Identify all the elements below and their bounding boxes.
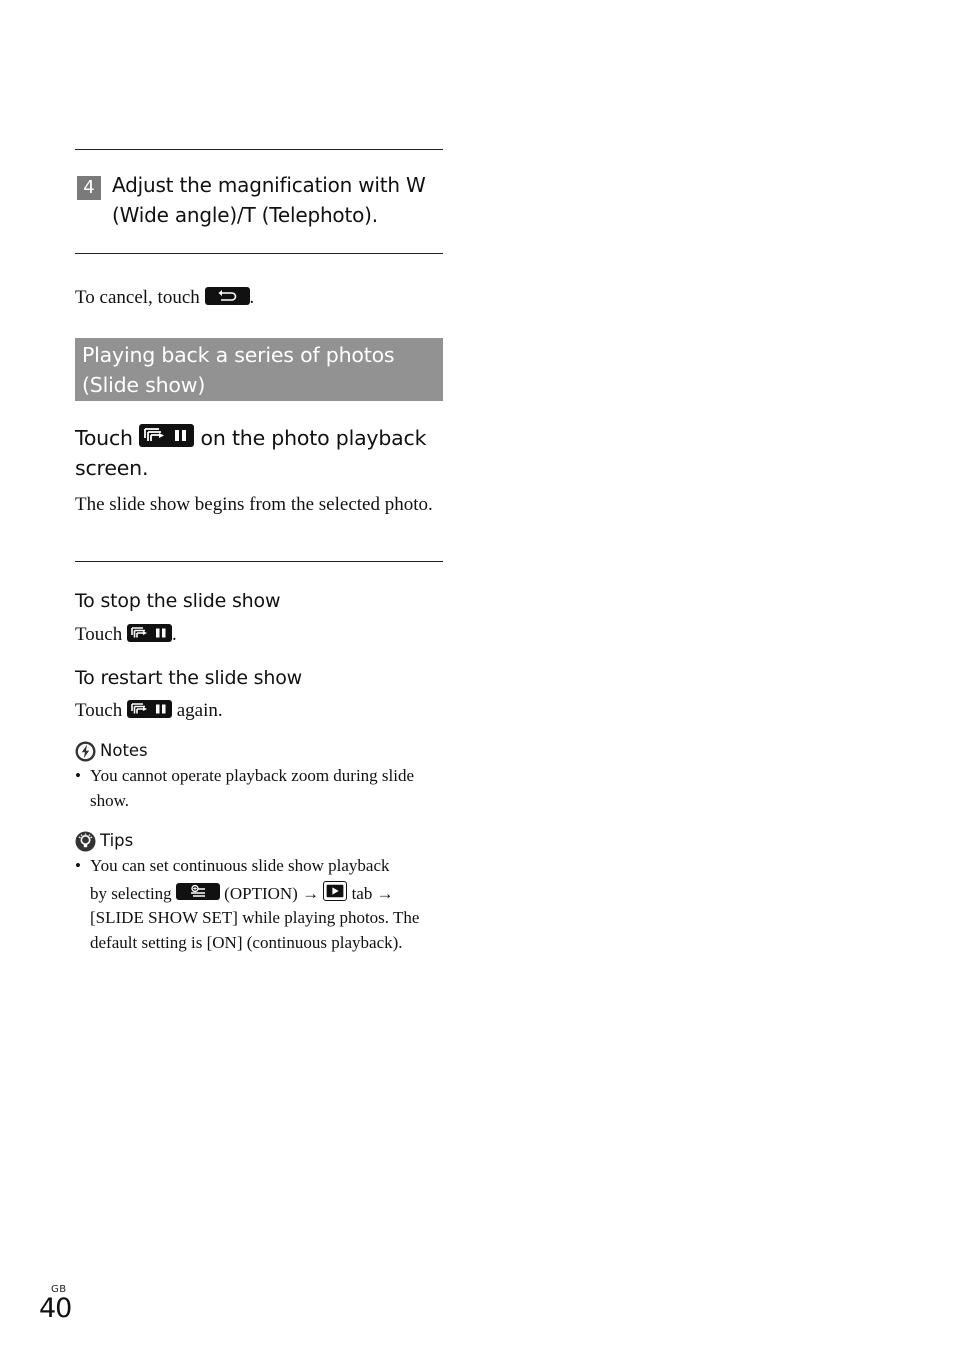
- instruction-prefix: Touch: [75, 426, 133, 450]
- slideshow-pause-icon: [126, 700, 172, 718]
- notes-heading-label: Notes: [100, 741, 148, 760]
- slideshow-pause-icon: [126, 624, 172, 642]
- stop-prefix: Touch: [75, 624, 123, 645]
- restart-suffix: again.: [176, 700, 223, 721]
- tip-line1: You can set continuous slide show playba…: [90, 856, 390, 875]
- tips-heading: Tips: [75, 830, 443, 852]
- arrow-icon: →: [302, 883, 320, 903]
- stop-instruction: Touch .: [75, 621, 443, 648]
- page-number: 40: [39, 1293, 72, 1324]
- playback-tab-icon: [323, 880, 348, 901]
- divider-top: [75, 149, 443, 150]
- notes-lightning-icon: [75, 741, 96, 761]
- note-item: You cannot operate playback zoom during …: [75, 764, 443, 813]
- step-4: 4 Adjust the magnification with W (Wide …: [75, 170, 443, 230]
- option-icon: [175, 882, 220, 900]
- stop-heading: To stop the slide show: [75, 590, 281, 612]
- return-icon: [204, 287, 250, 305]
- stop-suffix: .: [171, 624, 177, 645]
- step-text: Adjust the magnification with W (Wide an…: [112, 173, 426, 227]
- tip-rest: [SLIDE SHOW SET] while playing photos. T…: [90, 908, 420, 952]
- tip-by-selecting: by selecting: [90, 883, 172, 903]
- tips-lightbulb-icon: [75, 831, 96, 851]
- tips-heading-label: Tips: [100, 831, 134, 850]
- tip-item: You can set continuous slide show playba…: [75, 854, 443, 955]
- tip-option-label: (OPTION): [224, 883, 298, 903]
- step-number-badge: 4: [77, 176, 101, 200]
- divider-instruction-bottom: [75, 561, 443, 562]
- section-heading-bar: Playing back a series of photos (Slide s…: [75, 338, 443, 401]
- instruction-description: The slide show begins from the selected …: [75, 494, 433, 515]
- slideshow-pause-icon: [139, 424, 195, 447]
- tips-section: Tips You can set continuous slide show p…: [75, 830, 443, 955]
- restart-heading: To restart the slide show: [75, 667, 302, 689]
- notes-heading: Notes: [75, 740, 443, 762]
- tip-tab-label: tab: [351, 883, 373, 903]
- cancel-prefix: To cancel, touch: [75, 287, 200, 308]
- arrow-icon: →: [376, 883, 394, 903]
- restart-prefix: Touch: [75, 700, 123, 721]
- restart-instruction: Touch again.: [75, 697, 443, 724]
- cancel-suffix: .: [249, 287, 255, 308]
- slideshow-instruction: Touch on the photo playback screen.: [75, 422, 443, 483]
- section-title: Playing back a series of photos (Slide s…: [82, 343, 395, 397]
- cancel-instruction: To cancel, touch .: [75, 284, 443, 311]
- notes-section: Notes You cannot operate playback zoom d…: [75, 740, 443, 813]
- divider-step-bottom: [75, 253, 443, 254]
